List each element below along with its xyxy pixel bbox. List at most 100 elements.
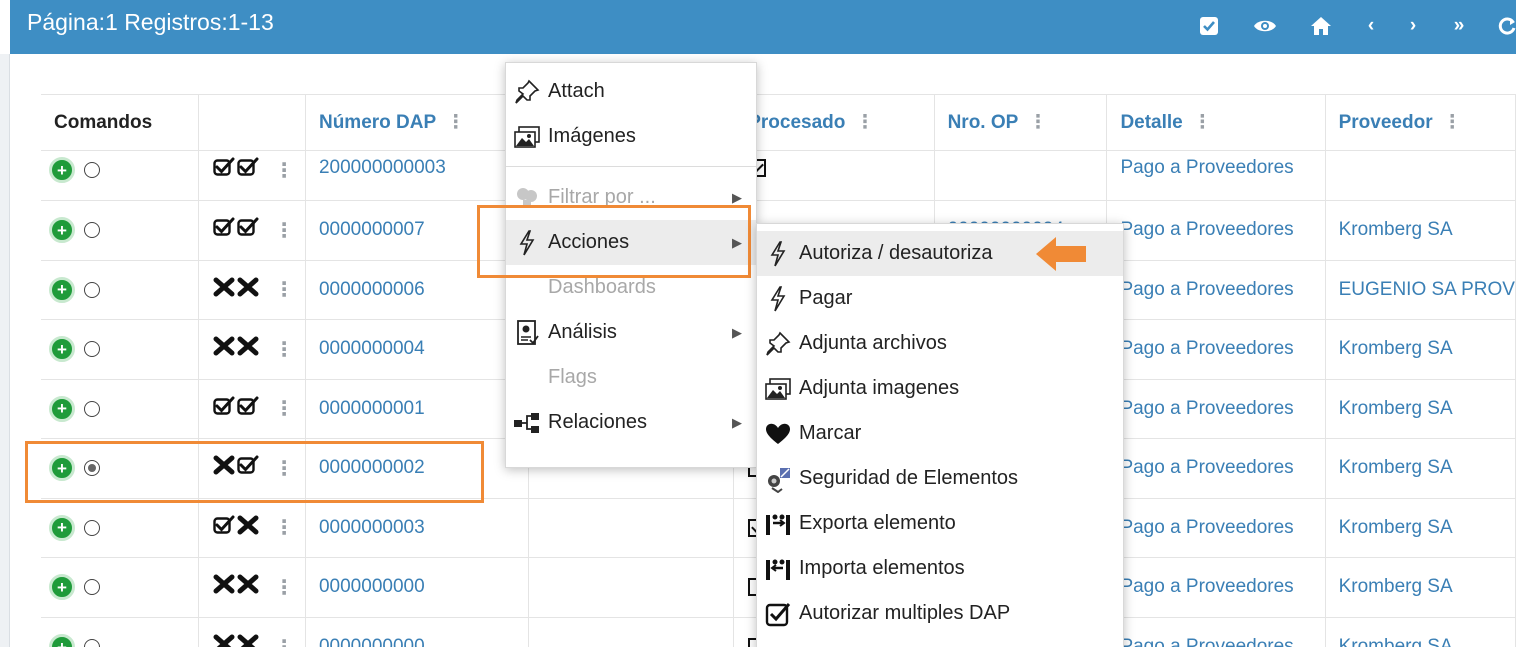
cell-detalle[interactable]: Pago a Proveedores — [1106, 378, 1326, 439]
cell-comandos: + — [41, 150, 200, 201]
cell-comandos: + — [41, 497, 200, 558]
selected-row-highlight — [25, 441, 484, 503]
cell-nro-op — [934, 150, 1108, 201]
cell-proveedor[interactable]: Kromberg SA — [1325, 200, 1516, 260]
cell-flags: ⋮ — [198, 319, 306, 379]
row-select-radio[interactable] — [84, 519, 100, 536]
chevron-right-icon[interactable]: › — [1400, 13, 1426, 39]
cell-proveedor[interactable]: Kromberg SA — [1325, 497, 1516, 558]
menu-item-relaciones[interactable]: Relaciones ▶ — [506, 400, 756, 445]
row-select-radio[interactable] — [84, 639, 100, 647]
cross-icon — [212, 574, 236, 600]
row-menu-icon[interactable]: ⋮ — [274, 337, 294, 362]
left-panel-edge — [0, 54, 10, 647]
cell-proveedor[interactable]: Kromberg SA — [1325, 438, 1516, 498]
cell-proveedor[interactable] — [1325, 150, 1516, 201]
submenu-item-adjunta-imagenes[interactable]: Adjunta imagenes — [757, 366, 1123, 411]
row-menu-icon[interactable]: ⋮ — [274, 277, 294, 302]
home-icon[interactable] — [1308, 13, 1334, 39]
col-header-procesado[interactable]: Procesado ⋮ — [733, 94, 935, 151]
cell-detalle[interactable]: Pago a Proveedores — [1106, 200, 1326, 260]
bolt-icon — [757, 240, 799, 267]
submenu-item-marcar[interactable]: Marcar — [757, 411, 1123, 456]
row-menu-icon[interactable]: ⋮ — [274, 515, 294, 540]
row-select-radio[interactable] — [84, 222, 100, 239]
row-menu-icon[interactable]: ⋮ — [274, 158, 294, 183]
row-select-radio[interactable] — [84, 400, 100, 417]
col-header-detalle[interactable]: Detalle ⋮ — [1106, 94, 1326, 151]
row-select-radio[interactable] — [84, 162, 100, 178]
row-menu-icon[interactable]: ⋮ — [274, 575, 294, 600]
row-select-radio[interactable] — [84, 281, 100, 298]
menu-item-imagenes[interactable]: Imágenes — [506, 114, 756, 159]
cell-proveedor[interactable]: Kromberg SA — [1325, 319, 1516, 379]
eye-icon[interactable] — [1252, 13, 1278, 39]
row-menu-icon[interactable]: ⋮ — [274, 218, 294, 243]
cell-detalle[interactable]: Pago a Proveedores — [1106, 259, 1326, 320]
submenu-item-adjunta-archivos[interactable]: Adjunta archivos — [757, 321, 1123, 366]
cell-numero-dap[interactable]: 0000000000 — [305, 557, 530, 617]
add-icon[interactable]: + — [49, 157, 75, 183]
menu-item-attach[interactable]: Attach — [506, 69, 756, 114]
refresh-icon[interactable] — [1494, 13, 1516, 39]
add-icon[interactable]: + — [49, 395, 75, 422]
cell-numero-dap[interactable]: 0000000004 — [305, 319, 530, 379]
table-row[interactable]: + ⋮ 200000000003 Pago a Proveedores — [41, 150, 1516, 201]
pin-icon — [506, 79, 548, 105]
col-header-proveedor[interactable]: Proveedor ⋮ — [1325, 94, 1516, 151]
add-icon[interactable]: + — [49, 276, 75, 303]
add-icon[interactable]: + — [49, 336, 75, 363]
add-icon[interactable]: + — [49, 217, 75, 244]
col-header-nro-op[interactable]: Nro. OP ⋮ — [934, 94, 1108, 151]
cell-detalle[interactable]: Pago a Proveedores — [1106, 616, 1326, 647]
submenu-arrow-icon: ▶ — [732, 324, 742, 340]
cell-detalle[interactable]: Pago a Proveedores — [1106, 438, 1326, 498]
cell-detalle[interactable]: Pago a Proveedores — [1106, 557, 1326, 617]
cell-comandos: + — [41, 557, 200, 617]
col-header-comandos[interactable]: Comandos — [41, 94, 200, 151]
acciones-submenu: Autoriza / desautoriza Pagar Adjunta arc… — [756, 223, 1124, 647]
row-menu-icon[interactable]: ⋮ — [274, 396, 294, 421]
submenu-item-pagar[interactable]: Pagar — [757, 276, 1123, 321]
cell-comandos: + — [41, 259, 200, 320]
add-icon[interactable]: + — [49, 634, 75, 647]
add-icon[interactable]: + — [49, 514, 75, 541]
cell-proveedor[interactable]: Kromberg SA — [1325, 616, 1516, 647]
submenu-item-seguridad[interactable]: Seguridad de Elementos — [757, 456, 1123, 501]
cell-proveedor[interactable]: Kromberg SA — [1325, 557, 1516, 617]
security-icon — [757, 465, 799, 493]
submenu-item-exporta[interactable]: Exporta elemento — [757, 501, 1123, 546]
cell-detalle[interactable]: Pago a Proveedores — [1106, 150, 1326, 201]
cell-flags: ⋮ — [198, 557, 306, 617]
col-header-numero-dap[interactable]: Número DAP ⋮ — [305, 94, 530, 151]
heart-icon — [757, 423, 799, 445]
cell-numero-dap[interactable]: 0000000003 — [305, 497, 530, 558]
cell-proveedor[interactable]: Kromberg SA — [1325, 378, 1516, 439]
grid-header-bar: Página:1 Registros:1-13 ‹ › » — [10, 0, 1516, 54]
cell-proveedor[interactable]: EUGENIO SA PROV — [1325, 259, 1516, 320]
cell-numero-dap[interactable]: 0000000001 — [305, 378, 530, 439]
chevron-left-icon[interactable]: ‹ — [1358, 13, 1384, 39]
menu-item-analisis[interactable]: Análisis ▶ — [506, 310, 756, 355]
cell-numero-dap[interactable]: 200000000003 — [305, 150, 530, 201]
table-header-row: Comandos Número DAP ⋮ Procesado ⋮ Nro. OP ⋮… — [41, 94, 1516, 151]
cell-numero-dap[interactable]: 0000000000 — [305, 616, 530, 647]
row-select-radio[interactable] — [84, 341, 100, 358]
cell-hidden — [528, 497, 735, 558]
submenu-item-autorizar-multiples[interactable]: Autorizar multiples DAP — [757, 591, 1123, 636]
cell-comandos: + — [41, 319, 200, 379]
row-menu-icon[interactable]: ⋮ — [274, 635, 294, 647]
menu-item-flags[interactable]: Flags — [506, 355, 756, 400]
check-square-icon[interactable] — [1196, 13, 1222, 39]
cell-detalle[interactable]: Pago a Proveedores — [1106, 319, 1326, 379]
submenu-arrow-icon: ▶ — [732, 414, 742, 430]
export-icon — [757, 511, 799, 537]
add-icon[interactable]: + — [49, 574, 75, 601]
submenu-item-importa[interactable]: Importa elementos — [757, 546, 1123, 591]
row-select-radio[interactable] — [84, 579, 100, 596]
cell-detalle[interactable]: Pago a Proveedores — [1106, 497, 1326, 558]
check-square-icon — [757, 601, 799, 627]
cross-icon — [236, 574, 260, 600]
col-header-flags — [198, 94, 306, 151]
double-chevron-right-icon[interactable]: » — [1446, 13, 1472, 39]
